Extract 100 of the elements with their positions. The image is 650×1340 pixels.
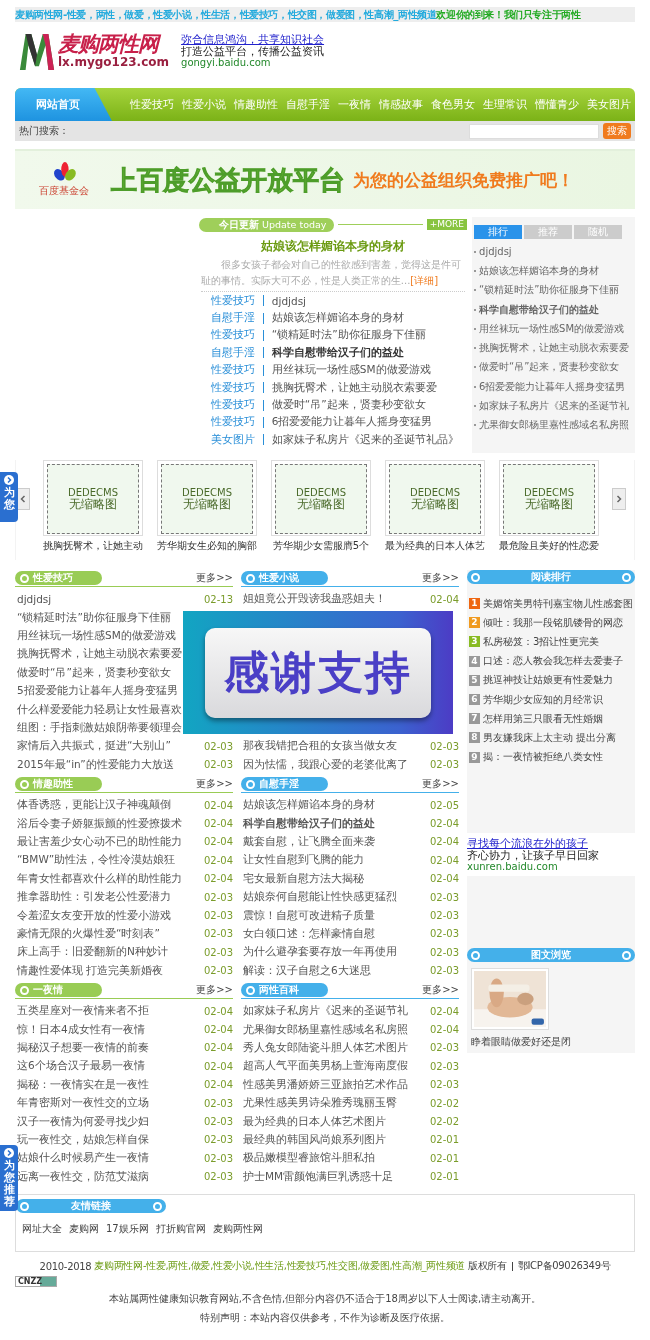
friend-link[interactable]: 17娱乐网 [106,1222,149,1236]
thumbnail-caption[interactable]: 最为经典的日本人体艺 [385,539,485,553]
friend-link[interactable]: 麦购网 [69,1222,99,1236]
article-link[interactable]: 私房秘笈：3招让性更完美 [483,634,600,649]
article-link[interactable]: “BMW”助性法，令性冷漠姑娘狂 [15,853,176,868]
ad-link[interactable]: 弥合信息鸿沟，共享知识社会 [181,33,325,46]
article-link[interactable]: 揭秘汉子想要一夜情的前奏 [15,1040,149,1055]
article-link[interactable]: 男友嫌我床上太主动 提出分离 [483,730,617,745]
article-link[interactable]: 情趣性爱体现 打造完美新婚夜 [15,963,164,978]
article-link[interactable]: 揭秘：一夜情实在是一夜性 [15,1077,149,1092]
article-link[interactable]: 让女性自慰到飞腾的能力 [241,853,364,868]
article-link[interactable]: 因为怯懦，我跟心爱的老婆仳离了 [241,757,408,772]
article-link[interactable]: 年青女性都喜欢什么样的助性能力 [15,871,182,886]
article-link[interactable]: djdjdsj [271,294,306,307]
article-link[interactable]: “锁精延时法”助你征服身下佳丽 [15,610,171,625]
article-link[interactable]: 五类星座对一夜情来者不拒 [15,1004,149,1019]
next-button[interactable] [612,488,626,510]
article-link[interactable]: 如家妹子私房片《迟来的圣诞节礼 [241,1004,408,1019]
article-link[interactable]: 那夜我错把合租的女孩当做女友 [241,739,397,754]
category-link[interactable]: 性爱技巧 [210,380,255,395]
article-link[interactable]: 戴套自慰，让飞腾全面来袭 [241,834,375,849]
friend-link[interactable]: 打折购官网 [155,1222,206,1236]
article-link[interactable]: 6招爱爱能力让暮年人摇身变猛男 [271,415,433,430]
thumbnail-caption[interactable]: 芳华期女生必知的胸部 [157,539,257,553]
article-link[interactable]: 尤果御女郎杨里嘉性感域名私房照 [241,1022,408,1037]
category-link[interactable]: 性爱技巧 [210,398,255,413]
search-field[interactable] [469,123,599,139]
article-link[interactable]: 尤果性感美男诗朵雅秀瑰丽玉臀 [241,1096,397,1111]
article-link[interactable]: “锁精延时法”助你征服身下佳丽 [271,328,426,343]
article-link[interactable]: djdjdsj [15,593,52,606]
article-link[interactable]: 2015年最“in”的性爱能力大放送 [15,757,174,772]
more-link[interactable]: 更多>> [196,983,233,997]
article-link[interactable]: 最让害羞少女心动不已的助性能力 [15,834,182,849]
article-link[interactable]: 用丝袜玩一场性感SM的做爱游戏 [15,628,176,643]
article-link[interactable]: 组图：手指刺激姑娘阴蒂要领理会 [15,720,182,735]
article-link[interactable]: 怎样用第三只眼看无性婚姻 [483,711,603,726]
article-link[interactable]: 如家妹子私房片《迟来的圣诞节礼 [479,399,630,413]
article-link[interactable]: 豪情无限的火爆性爱“时刻表” [15,926,160,941]
article-link[interactable]: 口述：恋人教会我怎样去爱妻子 [483,654,623,669]
category-link[interactable]: 自慰手淫 [210,345,255,360]
article-link[interactable]: 这6个场合汉子最易一夜情 [15,1059,145,1074]
more-link[interactable]: 更多>> [196,571,233,585]
article-link[interactable]: 尤果御女郎杨里嘉性感域名私房照 [479,418,630,433]
more-link[interactable]: 更多>> [422,777,459,791]
article-link[interactable]: 做爱时“吊”起来，贤妻秒变欲女 [271,398,426,413]
article-link[interactable]: “锁精延时法”助你征服身下佳丽 [479,283,620,298]
article-link[interactable]: 挑逗神技让姑娘更有性爱魅力 [483,673,613,688]
article-link[interactable]: 姐姐竟公开毁谤我蛊惑姐夫！ [241,592,386,607]
article-link[interactable]: 年青密斯对一夜性交的立场 [15,1096,149,1111]
article-link[interactable]: 姑娘奈何自慰能让性快感更猛烈 [241,890,397,905]
thumbnail-placeholder[interactable]: DEDECMS 无缩略图 [271,460,371,536]
picture-caption[interactable]: 睁着眼睛做爱好还是闭 [471,1035,631,1050]
article-link[interactable]: 护士MM雷颜饱满巨乳诱惑十足 [241,1169,394,1184]
thumbnail-placeholder[interactable]: DEDECMS 无缩略图 [43,460,143,536]
article-link[interactable]: 浴后令妻子娇躯振颤的性爱撩拨术 [15,816,182,831]
thumbnail-caption[interactable]: 最危险且美好的性恋爱 [499,539,599,553]
article-link[interactable]: 倾吐：我那一段铭肌镂骨的网恋 [483,615,623,630]
article-link[interactable]: 揭：一夜情被拒绝八类女性 [483,750,603,765]
article-link[interactable]: 科学自慰带给汉子们的益处 [479,302,600,317]
article-link[interactable]: 用丝袜玩一场性感SM的做爱游戏 [271,363,431,378]
thumbnail-placeholder[interactable]: DEDECMS 无缩略图 [157,460,257,536]
article-link[interactable]: 最为经典的日本人体艺术图片 [241,1114,386,1129]
article-link[interactable]: 6招爱爱能力让暮年人摇身变猛男 [479,379,626,394]
more-link[interactable]: 更多>> [422,571,459,585]
article-link[interactable]: 挑胸抚臀术，让她主动脱衣索要爱 [15,647,182,662]
recommend-tab[interactable]: 为您推荐 [0,1145,18,1212]
article-link[interactable]: 女白领口述：怎样豪情自慰 [241,926,375,941]
category-link[interactable]: 美女图片 [210,432,255,447]
article-link[interactable]: 如家妹子私房片《迟来的圣诞节礼品》 [271,432,459,447]
site-link[interactable]: 麦购两性网-性爱,两性,做爱,性爱小说,性生活,性爱技巧,性交图,做爱图,性高潮_两性频道 [94,1259,465,1273]
icp-link[interactable]: 鄂ICP备09026349号 [517,1259,611,1273]
category-link[interactable]: 性爱技巧 [210,328,255,343]
recommend-tab[interactable]: 为您 [0,472,18,522]
article-link[interactable]: djdjdsj [479,246,512,258]
article-link[interactable]: 科学自慰带给汉子们的益处 [271,345,404,360]
friend-link[interactable]: 麦购两性网 [212,1222,263,1236]
article-link[interactable]: 科学自慰带给汉子们的益处 [241,816,375,831]
article-link[interactable]: 玩一夜性交，姑娘怎样自保 [15,1132,149,1147]
article-link[interactable]: 美媚馆美男特刊嘉宝物儿性感套图 [483,596,633,611]
article-link[interactable]: 秀人兔女郎陆瓷斗胆人体艺术图片 [241,1040,408,1055]
article-link[interactable]: 令羞涩女友变开放的性爱小游戏 [15,908,171,923]
more-link[interactable]: 更多>> [422,983,459,997]
article-link[interactable]: 芳华期少女应知的月经常识 [483,692,603,707]
article-link[interactable]: 汉子一夜情为何爱寻找少妇 [15,1114,149,1129]
category-link[interactable]: 性爱技巧 [210,415,255,430]
article-link[interactable]: 家情后入共振式，挺进“大别山” [15,739,171,754]
article-link[interactable]: 用丝袜玩一场性感SM的做爱游戏 [479,321,625,336]
friend-link[interactable]: 网址大全 [22,1222,62,1236]
article-link[interactable]: 做爱时“吊”起来，贤妻秒变欲女 [479,360,620,375]
article-link[interactable]: 惊！日本4成女性有一夜情 [15,1022,145,1037]
thumbnail-placeholder[interactable]: DEDECMS 无缩略图 [499,460,599,536]
ad-link[interactable]: 寻找每个流浪在外的孩子 [467,836,635,849]
category-link[interactable]: 性爱技巧 [210,363,255,378]
article-link[interactable]: 姑娘该怎样媚谄本身的身材 [241,798,375,813]
thanks-banner[interactable]: 感谢支持 [183,611,453,735]
article-link[interactable]: 姑娘什么时候易产生一夜情 [15,1151,149,1166]
article-link[interactable]: 宅女最新自慰方法大揭秘 [241,871,364,886]
article-link[interactable]: 震惊！自慰可改进精子质量 [241,908,375,923]
article-link[interactable]: 性感美男潘娇娇三亚旅拍艺术作品 [241,1077,408,1092]
article-link[interactable]: 挑胸抚臀术，让她主动脱衣索要爱 [271,380,437,395]
